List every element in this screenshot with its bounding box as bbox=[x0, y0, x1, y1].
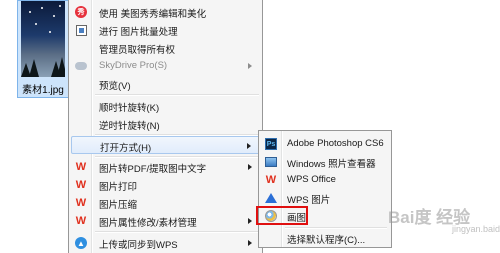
wps-icon: W bbox=[75, 161, 87, 173]
submenu-arrow-icon bbox=[248, 164, 252, 170]
submenu-item-label: Windows 照片查看器 bbox=[287, 159, 376, 170]
menu-item-rotate-clockwise[interactable]: 顺时针旋转(K) bbox=[71, 97, 260, 115]
submenu-item-label: 选择默认程序(C)... bbox=[287, 235, 366, 246]
menu-item-image-compress[interactable]: W 图片压缩 bbox=[71, 194, 260, 212]
menu-item-label: 图片转PDF/提取图中文字 bbox=[99, 164, 207, 175]
submenu-arrow-icon bbox=[248, 240, 252, 246]
wps-icon: W bbox=[75, 179, 87, 191]
upload-icon: ▲ bbox=[75, 237, 87, 249]
menu-separator bbox=[95, 94, 259, 96]
menu-item-label: 进行 图片批量处理 bbox=[99, 27, 178, 38]
menu-item-meitu-edit[interactable]: 秀 使用 美图秀秀编辑和美化 bbox=[71, 3, 260, 21]
wps-icon: W bbox=[75, 215, 87, 227]
meitu-icon: 秀 bbox=[75, 6, 87, 18]
menu-item-rotate-counterclockwise[interactable]: 逆时针旋转(N) bbox=[71, 115, 260, 133]
photo-viewer-icon bbox=[265, 157, 277, 167]
menu-item-image-to-pdf[interactable]: W 图片转PDF/提取图中文字 bbox=[71, 158, 260, 176]
menu-item-skydrive-pro[interactable]: SkyDrive Pro(S) bbox=[71, 57, 260, 75]
submenu-item-wps-picture[interactable]: WPS 图片 bbox=[261, 189, 389, 207]
submenu-item-choose-default[interactable]: 选择默认程序(C)... bbox=[261, 229, 389, 247]
menu-item-label: 管理员取得所有权 bbox=[99, 45, 176, 56]
menu-item-label: 上传或同步到WPS bbox=[99, 240, 178, 251]
submenu-item-label: WPS 图片 bbox=[287, 195, 331, 206]
menu-item-label: 使用 美图秀秀编辑和美化 bbox=[99, 9, 207, 20]
submenu-item-label: WPS Office bbox=[287, 174, 336, 185]
menu-item-label: 打开方式(H) bbox=[100, 143, 152, 154]
menu-separator bbox=[95, 231, 259, 233]
desktop: 素材1.jpg 秀 使用 美图秀秀编辑和美化 进行 图片批量处理 管理员取得所有… bbox=[0, 0, 500, 253]
submenu-arrow-icon bbox=[248, 218, 252, 224]
selected-file-tile[interactable]: 素材1.jpg bbox=[17, 0, 69, 98]
menu-item-preview[interactable]: 预览(V) bbox=[71, 75, 260, 93]
submenu-item-label: Adobe Photoshop CS6 bbox=[287, 138, 384, 149]
menu-item-take-ownership[interactable]: 管理员取得所有权 bbox=[71, 39, 260, 57]
menu-item-label: 图片属性修改/素材管理 bbox=[99, 218, 197, 229]
menu-item-upload-wps[interactable]: ▲ 上传或同步到WPS bbox=[71, 234, 260, 252]
menu-item-label: SkyDrive Pro(S) bbox=[99, 60, 168, 71]
menu-item-open-with[interactable]: 打开方式(H) bbox=[71, 136, 260, 154]
menu-item-label: 逆时针旋转(N) bbox=[99, 121, 160, 132]
open-with-submenu: Ps Adobe Photoshop CS6 Windows 照片查看器 W W… bbox=[258, 130, 392, 248]
file-name-label: 素材1.jpg bbox=[22, 85, 64, 96]
watermark-url: jingyan.baidu.com bbox=[452, 224, 500, 234]
wps-icon: W bbox=[75, 197, 87, 209]
submenu-item-photoshop[interactable]: Ps Adobe Photoshop CS6 bbox=[261, 135, 389, 153]
menu-item-label: 图片压缩 bbox=[99, 200, 138, 211]
wps-icon: W bbox=[265, 174, 277, 186]
file-thumbnail bbox=[21, 1, 65, 77]
submenu-arrow-icon bbox=[248, 63, 252, 69]
wps-picture-icon bbox=[265, 193, 277, 203]
submenu-arrow-icon bbox=[247, 143, 251, 149]
menu-item-label: 顺时针旋转(K) bbox=[99, 103, 160, 114]
submenu-item-photo-viewer[interactable]: Windows 照片查看器 bbox=[261, 153, 389, 171]
menu-item-batch-process[interactable]: 进行 图片批量处理 bbox=[71, 21, 260, 39]
batch-icon bbox=[75, 24, 87, 36]
menu-item-label: 预览(V) bbox=[99, 81, 131, 92]
context-menu: 秀 使用 美图秀秀编辑和美化 进行 图片批量处理 管理员取得所有权 SkyDri… bbox=[68, 0, 263, 253]
paint-highlight-annotation bbox=[256, 206, 308, 225]
menu-item-image-print[interactable]: W 图片打印 bbox=[71, 176, 260, 194]
photoshop-icon: Ps bbox=[265, 138, 277, 150]
menu-item-image-properties[interactable]: W 图片属性修改/素材管理 bbox=[71, 212, 260, 230]
menu-item-label: 图片打印 bbox=[99, 182, 138, 193]
skydrive-icon bbox=[75, 62, 87, 70]
submenu-item-wps-office[interactable]: W WPS Office bbox=[261, 171, 389, 189]
